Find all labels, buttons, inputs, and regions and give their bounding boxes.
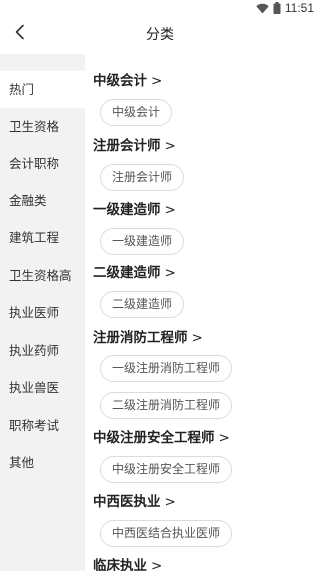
section-title-label: 二级建造师 xyxy=(93,265,161,281)
battery-icon xyxy=(273,0,281,18)
exam-chip[interactable]: 中级会计 xyxy=(100,99,173,126)
section-title-label: 临床执业 xyxy=(93,558,147,571)
section-title-label: 注册消防工程师 xyxy=(93,330,188,346)
exam-chip[interactable]: 中级注册安全工程师 xyxy=(100,456,233,483)
header: 分类 xyxy=(0,16,320,54)
exam-chip[interactable]: 中西医结合执业医师 xyxy=(100,520,233,547)
exam-chip[interactable]: 二级建造师 xyxy=(100,291,185,318)
section-title[interactable]: 中级会计 > xyxy=(93,71,162,91)
section-title[interactable]: 中级注册安全工程师 > xyxy=(93,428,230,448)
category-content: 中级会计 > 中级会计 注册会计师 > 注册会计师 一级建造师 > 一级建造师 二级建… xyxy=(85,54,320,571)
sidebar-item-hot[interactable]: 热门 xyxy=(0,71,85,108)
sidebar-item-licensed-pharmacist[interactable]: 执业药师 xyxy=(0,332,85,369)
chevron-right-icon: > xyxy=(164,138,176,154)
chevron-right-icon: > xyxy=(164,265,176,281)
status-indicators: 11:51 xyxy=(256,1,314,15)
chevron-right-icon: > xyxy=(151,558,163,571)
page-title: 分类 xyxy=(146,27,174,43)
section-title[interactable]: 一级建造师 > xyxy=(93,200,176,220)
sidebar-item-health-senior[interactable]: 卫生资格高 xyxy=(0,257,85,294)
sidebar-item-finance[interactable]: 金融类 xyxy=(0,182,85,219)
section-title[interactable]: 临床执业 > xyxy=(93,556,162,571)
section-title[interactable]: 注册会计师 > xyxy=(93,136,176,156)
exam-chip[interactable]: 一级建造师 xyxy=(100,228,185,255)
sidebar-item-accounting-title[interactable]: 会计职称 xyxy=(0,145,85,182)
section-title-label: 一级建造师 xyxy=(93,202,161,218)
chevron-right-icon: > xyxy=(164,494,176,510)
chevron-right-icon: > xyxy=(191,330,203,346)
section-title-label: 注册会计师 xyxy=(93,138,161,154)
section-title-label: 中级注册安全工程师 xyxy=(93,430,215,446)
exam-chip[interactable]: 一级注册消防工程师 xyxy=(100,355,233,382)
chevron-right-icon: > xyxy=(164,202,176,218)
exam-chip[interactable]: 二级注册消防工程师 xyxy=(100,392,233,419)
section-title-label: 中级会计 xyxy=(93,73,147,89)
sidebar-item-licensed-physician[interactable]: 执业医师 xyxy=(0,294,85,331)
sidebar-item-licensed-veterinarian[interactable]: 执业兽医 xyxy=(0,369,85,406)
section-title-label: 中西医执业 xyxy=(93,494,161,510)
chevron-right-icon: > xyxy=(151,73,163,89)
exam-chip[interactable]: 注册会计师 xyxy=(100,164,185,191)
status-time: 11:51 xyxy=(284,1,314,15)
wifi-icon xyxy=(256,0,269,18)
section-title[interactable]: 中西医执业 > xyxy=(93,492,176,512)
sidebar-item-title-exam[interactable]: 职称考试 xyxy=(0,407,85,444)
status-bar: 11:51 xyxy=(0,0,320,16)
section-title[interactable]: 注册消防工程师 > xyxy=(93,328,203,348)
chevron-right-icon: > xyxy=(218,430,230,446)
sidebar-item-health-qualification[interactable]: 卫生资格 xyxy=(0,108,85,145)
category-sidebar: 热门 卫生资格 会计职称 金融类 建筑工程 卫生资格高 执业医师 执业药师 执业… xyxy=(0,54,85,571)
sidebar-item-other[interactable]: 其他 xyxy=(0,444,85,481)
section-title[interactable]: 二级建造师 > xyxy=(93,263,176,283)
sidebar-item-construction[interactable]: 建筑工程 xyxy=(0,219,85,256)
